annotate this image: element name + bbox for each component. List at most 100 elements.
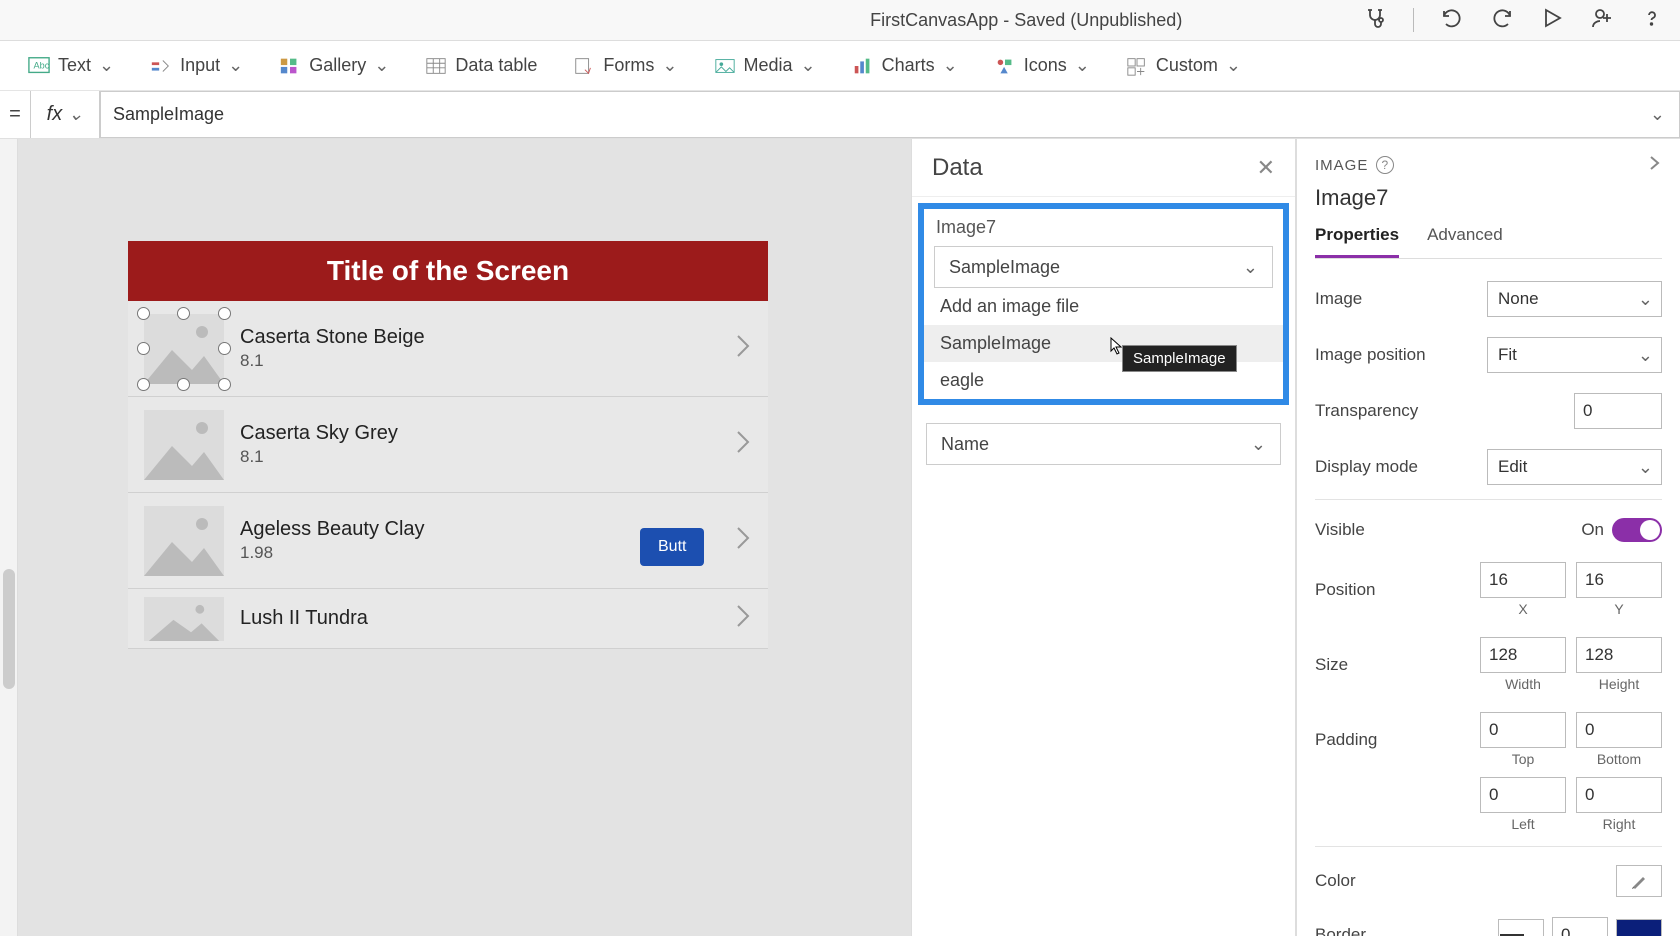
prop-label-displaymode: Display mode bbox=[1315, 457, 1418, 477]
border-width-input[interactable] bbox=[1552, 917, 1608, 936]
help-icon[interactable] bbox=[1640, 6, 1664, 35]
input-menu[interactable]: Input bbox=[150, 55, 243, 76]
padding-left-input[interactable] bbox=[1480, 777, 1566, 813]
chevron-down-icon bbox=[662, 55, 677, 76]
canvas-screen: Title of the Screen Caserta Stone Beige … bbox=[128, 241, 768, 649]
custom-menu[interactable]: Custom bbox=[1126, 55, 1241, 76]
data-field-label: Image7 bbox=[924, 209, 1283, 246]
chevron-down-icon bbox=[68, 103, 83, 126]
help-icon[interactable]: ? bbox=[1376, 156, 1394, 174]
display-mode-select[interactable]: Edit bbox=[1487, 449, 1662, 485]
tab-properties[interactable]: Properties bbox=[1315, 215, 1399, 258]
forms-menu[interactable]: Forms bbox=[573, 55, 677, 76]
padding-right-input[interactable] bbox=[1576, 777, 1662, 813]
chevron-down-icon bbox=[1226, 55, 1241, 76]
close-icon[interactable]: ✕ bbox=[1257, 155, 1275, 181]
prop-label-color: Color bbox=[1315, 871, 1356, 891]
image-control-selected[interactable] bbox=[144, 314, 224, 384]
image-position-select[interactable]: Fit bbox=[1487, 337, 1662, 373]
item-subtitle: 8.1 bbox=[240, 447, 716, 467]
media-menu[interactable]: Media bbox=[714, 55, 816, 76]
chevron-down-icon bbox=[1638, 289, 1653, 310]
canvas-scrollbar[interactable] bbox=[0, 139, 18, 936]
dropdown-option-add[interactable]: Add an image file bbox=[924, 288, 1283, 325]
icons-label: Icons bbox=[1024, 55, 1067, 76]
insert-ribbon: Abc Text Input Gallery Data table Forms … bbox=[0, 41, 1680, 91]
item-title: Caserta Sky Grey bbox=[240, 422, 716, 445]
datatable-label: Data table bbox=[455, 55, 537, 76]
width-input[interactable] bbox=[1480, 637, 1566, 673]
undo-icon[interactable] bbox=[1440, 6, 1464, 35]
redo-icon[interactable] bbox=[1490, 6, 1514, 35]
title-bar: FirstCanvasApp - Saved (Unpublished) bbox=[0, 0, 1680, 41]
image-select[interactable]: None bbox=[1487, 281, 1662, 317]
select-value: Name bbox=[941, 434, 989, 455]
prop-label-padding: Padding bbox=[1315, 730, 1377, 750]
main-area: Title of the Screen Caserta Stone Beige … bbox=[0, 139, 1680, 936]
separator bbox=[1413, 8, 1414, 32]
formula-text: SampleImage bbox=[113, 104, 224, 125]
prop-label-position: Position bbox=[1315, 580, 1375, 600]
share-icon[interactable] bbox=[1590, 6, 1614, 35]
chevron-right-icon[interactable] bbox=[732, 602, 752, 635]
chevron-down-icon bbox=[1638, 345, 1653, 366]
prop-label-border: Border bbox=[1315, 925, 1366, 936]
formula-bar: = fx SampleImage bbox=[0, 91, 1680, 139]
diagnostics-icon[interactable] bbox=[1363, 6, 1387, 35]
datatable-button[interactable]: Data table bbox=[425, 55, 537, 76]
collapse-icon[interactable] bbox=[1646, 153, 1662, 177]
position-x-input[interactable] bbox=[1480, 562, 1566, 598]
canvas-button[interactable]: Butt bbox=[640, 528, 704, 566]
charts-menu[interactable]: Charts bbox=[852, 55, 958, 76]
visible-toggle[interactable] bbox=[1612, 518, 1662, 542]
gallery-item-selected[interactable]: Caserta Stone Beige 8.1 bbox=[128, 301, 768, 397]
chevron-down-icon bbox=[374, 55, 389, 76]
scrollbar-thumb[interactable] bbox=[3, 569, 15, 689]
position-y-input[interactable] bbox=[1576, 562, 1662, 598]
chevron-right-icon[interactable] bbox=[732, 332, 752, 365]
border-color-swatch[interactable] bbox=[1616, 919, 1662, 936]
item-title: Lush II Tundra bbox=[240, 607, 716, 630]
cursor-icon bbox=[1110, 337, 1124, 355]
app-title: FirstCanvasApp - Saved (Unpublished) bbox=[690, 10, 1364, 31]
prop-label-size: Size bbox=[1315, 655, 1348, 675]
gallery-item[interactable]: Caserta Sky Grey 8.1 bbox=[128, 397, 768, 493]
charts-label: Charts bbox=[882, 55, 935, 76]
data-panel: Data ✕ Image7 SampleImage Add an image f… bbox=[912, 139, 1296, 936]
name-select[interactable]: Name bbox=[926, 423, 1281, 465]
chevron-down-icon bbox=[228, 55, 243, 76]
padding-bottom-input[interactable] bbox=[1576, 712, 1662, 748]
icons-menu[interactable]: Icons bbox=[994, 55, 1090, 76]
chevron-down-icon bbox=[1075, 55, 1090, 76]
gallery-item[interactable]: Lush II Tundra bbox=[128, 589, 768, 649]
chevron-down-icon bbox=[801, 55, 816, 76]
dropdown-option-eagle[interactable]: eagle bbox=[924, 362, 1283, 399]
input-label: Input bbox=[180, 55, 220, 76]
control-name: Image7 bbox=[1315, 185, 1662, 211]
chevron-down-icon bbox=[1638, 457, 1653, 478]
data-panel-highlight: Image7 SampleImage Add an image file Sam… bbox=[918, 203, 1289, 405]
data-panel-title: Data bbox=[932, 154, 983, 182]
chevron-down-icon bbox=[1243, 257, 1258, 278]
image-placeholder-icon bbox=[144, 506, 224, 576]
chevron-right-icon[interactable] bbox=[732, 428, 752, 461]
border-style-select[interactable] bbox=[1498, 919, 1544, 936]
gallery-menu[interactable]: Gallery bbox=[279, 55, 389, 76]
formula-input[interactable]: SampleImage bbox=[100, 91, 1680, 138]
control-type-label: IMAGE bbox=[1315, 157, 1368, 174]
dropdown-option-sampleimage[interactable]: SampleImage bbox=[924, 325, 1283, 362]
expand-formula-icon[interactable] bbox=[1650, 104, 1665, 125]
canvas-area[interactable]: Title of the Screen Caserta Stone Beige … bbox=[0, 139, 912, 936]
color-picker[interactable] bbox=[1616, 865, 1662, 897]
padding-top-input[interactable] bbox=[1480, 712, 1566, 748]
fx-dropdown[interactable]: fx bbox=[30, 91, 100, 138]
play-icon[interactable] bbox=[1540, 6, 1564, 35]
image-source-select[interactable]: SampleImage bbox=[934, 246, 1273, 288]
text-menu[interactable]: Abc Text bbox=[28, 55, 114, 76]
chevron-right-icon[interactable] bbox=[732, 524, 752, 557]
item-subtitle: 8.1 bbox=[240, 351, 716, 371]
chevron-down-icon bbox=[1251, 434, 1266, 455]
transparency-input[interactable] bbox=[1574, 393, 1662, 429]
height-input[interactable] bbox=[1576, 637, 1662, 673]
tab-advanced[interactable]: Advanced bbox=[1427, 215, 1503, 258]
